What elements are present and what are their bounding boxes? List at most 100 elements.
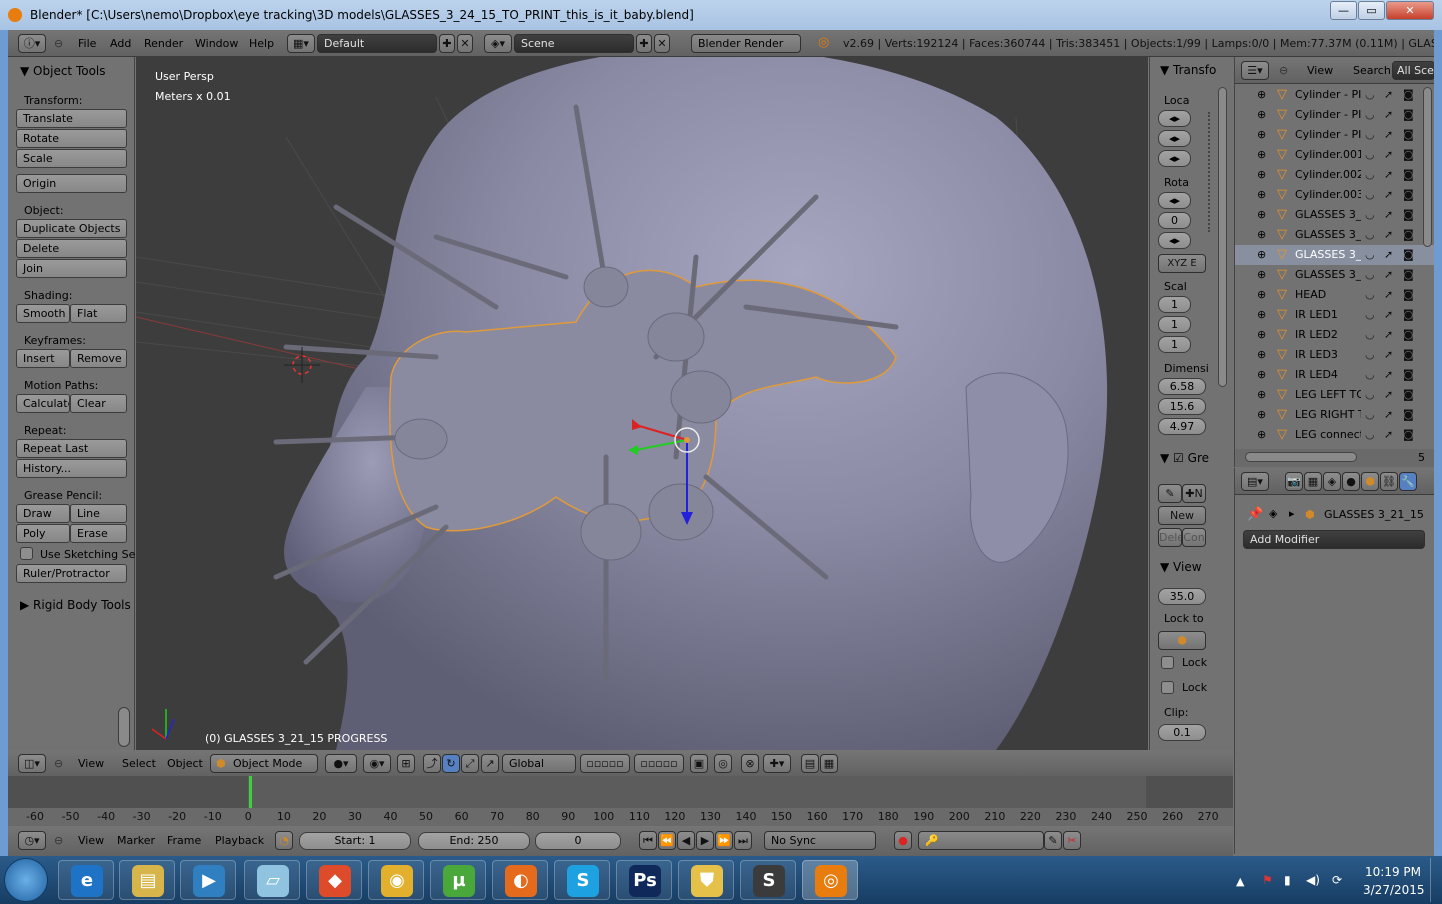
next-keyframe-icon[interactable]: ⏩ [715,831,733,850]
visibility-eye-icon[interactable]: ◡ [1365,345,1375,365]
editor-type-outliner-button[interactable]: ☰▾ [1241,61,1269,80]
scale-z-field[interactable]: 1 [1158,336,1191,353]
timeline-view-menu[interactable]: View [78,834,104,847]
renderable-camera-icon[interactable]: ◙ [1403,305,1414,325]
selectable-cursor-icon[interactable]: ➚ [1384,345,1393,365]
outliner-item[interactable]: ⊕ ▽ IR LED4 ◡ ➚ ◙ [1235,365,1434,385]
new-layer-button[interactable]: New Lay [1158,506,1206,525]
add-scene-icon[interactable]: ✚ [636,34,652,53]
rotation-z-field[interactable]: ◂▸ [1158,232,1191,249]
rotation-y-field[interactable]: 0 [1158,212,1191,229]
mode-select[interactable]: Object Mode [210,754,318,773]
outliner-item[interactable]: ⊕ ▽ LEG LEFT TO ◡ ➚ ◙ [1235,385,1434,405]
lock-to-object-field[interactable]: ⬢ [1158,631,1206,650]
selectable-cursor-icon[interactable]: ➚ [1384,285,1393,305]
photoshop-icon[interactable]: Ps [616,860,672,900]
renderable-camera-icon[interactable]: ◙ [1403,145,1414,165]
show-desktop-button[interactable] [1430,858,1442,902]
render-layers-tab-icon[interactable]: ▦ [1304,472,1322,491]
visibility-eye-icon[interactable]: ◡ [1365,105,1375,125]
renderable-camera-icon[interactable]: ◙ [1403,405,1414,425]
location-y-field[interactable]: ◂▸ [1158,130,1191,147]
outliner-h-scrollbar[interactable] [1245,452,1357,462]
world-tab-icon[interactable]: ● [1342,472,1360,491]
sync-mode-select[interactable]: No Sync [764,831,876,850]
visibility-eye-icon[interactable]: ◡ [1365,205,1375,225]
start-frame-field[interactable]: Start: 1 [299,832,411,850]
timeline-editor[interactable]: -60 -50 -40 -30 -20 -10 0 10 20 30 40 50 60 70 80 90 100… [8,776,1233,826]
transform-panel-header[interactable]: ▼ Transfo [1160,63,1216,77]
line-button[interactable]: Line [70,504,127,523]
manipulator-extra-icon[interactable]: ↗ [481,754,499,773]
menu-add[interactable]: Add [110,37,131,50]
scene-icon[interactable]: ◈▾ [484,34,512,53]
constraints-tab-icon[interactable]: ⛓ [1380,472,1398,491]
lens-field[interactable]: 35.0 [1158,588,1206,605]
use-sketching-checkbox[interactable] [20,547,33,560]
play-reverse-icon[interactable]: ◀ [677,831,695,850]
active-keying-set-field[interactable]: 🔑 [918,831,1044,850]
timeline-marker-menu[interactable]: Marker [117,834,155,847]
renderable-camera-icon[interactable]: ◙ [1403,165,1414,185]
3d-viewport[interactable]: User Persp Meters x 0.01 (0) GLASSES 3_2… [136,57,1148,750]
pivot-point-select[interactable]: ◉▾ [363,754,391,773]
maximize-button[interactable]: ▭ [1358,1,1385,20]
collapse-menu-icon[interactable]: ⊖ [54,834,63,847]
join-button[interactable]: Join [16,259,127,278]
dimension-x-field[interactable]: 6.58 [1158,378,1206,395]
expand-icon[interactable]: ⊕ [1257,285,1266,305]
current-frame-field[interactable]: 0 [535,832,621,850]
expand-icon[interactable]: ⊕ [1257,425,1266,445]
expand-icon[interactable]: ⊕ [1257,305,1266,325]
add-modifier-select[interactable]: Add Modifier [1243,530,1425,549]
remove-scene-icon[interactable]: ✕ [654,34,670,53]
expand-icon[interactable]: ⊕ [1257,85,1266,105]
selectable-cursor-icon[interactable]: ➚ [1384,405,1393,425]
clear-button[interactable]: Clear [70,394,127,413]
visibility-eye-icon[interactable]: ◡ [1365,425,1375,445]
manipulator-translate-icon[interactable]: ⤴ [423,754,441,773]
grease-pencil-checkbox[interactable]: ☑ [1173,451,1184,465]
firefox-icon[interactable]: ◐ [492,860,548,900]
proportional-edit-icon[interactable]: ◎ [714,754,732,773]
outliner-item[interactable]: ⊕ ▽ Cylinder - PIN ◡ ➚ ◙ [1235,85,1434,105]
visibility-eye-icon[interactable]: ◡ [1365,165,1375,185]
render-engine-select[interactable]: Blender Render [691,34,801,53]
selectable-cursor-icon[interactable]: ➚ [1384,85,1393,105]
draw-button[interactable]: Draw [16,504,70,523]
expand-icon[interactable]: ⊕ [1257,105,1266,125]
remove-layout-icon[interactable]: ✕ [457,34,473,53]
visibility-eye-icon[interactable]: ◡ [1365,285,1375,305]
sublime-icon[interactable]: S [740,860,796,900]
renderable-camera-icon[interactable]: ◙ [1403,425,1414,445]
object-tools-header[interactable]: ▼ Object Tools [20,64,106,78]
clip-start-field[interactable]: 0.1 [1158,724,1206,741]
layer-buttons-2[interactable]: ▫▫▫▫▫ [634,754,684,773]
collapse-menu-icon[interactable]: ⊖ [1279,64,1288,77]
renderable-camera-icon[interactable]: ◙ [1403,385,1414,405]
renderable-camera-icon[interactable]: ◙ [1403,225,1414,245]
editor-type-info-button[interactable]: ⓘ▾ [18,34,46,53]
expand-icon[interactable]: ⊕ [1257,365,1266,385]
snap-element-select[interactable]: ✚▾ [763,754,791,773]
delete-keyframe-icon[interactable]: ✂ [1063,831,1081,850]
prev-keyframe-icon[interactable]: ⏪ [658,831,676,850]
renderable-camera-icon[interactable]: ◙ [1403,345,1414,365]
timeline-playback-menu[interactable]: Playback [215,834,264,847]
scale-x-field[interactable]: 1 [1158,296,1191,313]
visibility-eye-icon[interactable]: ◡ [1365,305,1375,325]
add-layout-icon[interactable]: ✚ [439,34,455,53]
visibility-eye-icon[interactable]: ◡ [1365,145,1375,165]
selectable-cursor-icon[interactable]: ➚ [1384,365,1393,385]
collapse-menu-icon[interactable]: ⊖ [54,757,63,770]
rotate-button[interactable]: Rotate [16,129,127,148]
outliner-item[interactable]: ⊕ ▽ HEAD ◡ ➚ ◙ [1235,285,1434,305]
outliner-item[interactable]: ⊕ ▽ IR LED1 ◡ ➚ ◙ [1235,305,1434,325]
renderable-camera-icon[interactable]: ◙ [1403,85,1414,105]
selectable-cursor-icon[interactable]: ➚ [1384,145,1393,165]
uac-icon[interactable]: ⛊ [678,860,734,900]
snap-toggle-icon[interactable]: ⊗ [741,754,759,773]
location-z-field[interactable]: ◂▸ [1158,150,1191,167]
renderable-camera-icon[interactable]: ◙ [1403,325,1414,345]
auto-keyframe-record-icon[interactable]: ● [894,831,912,850]
